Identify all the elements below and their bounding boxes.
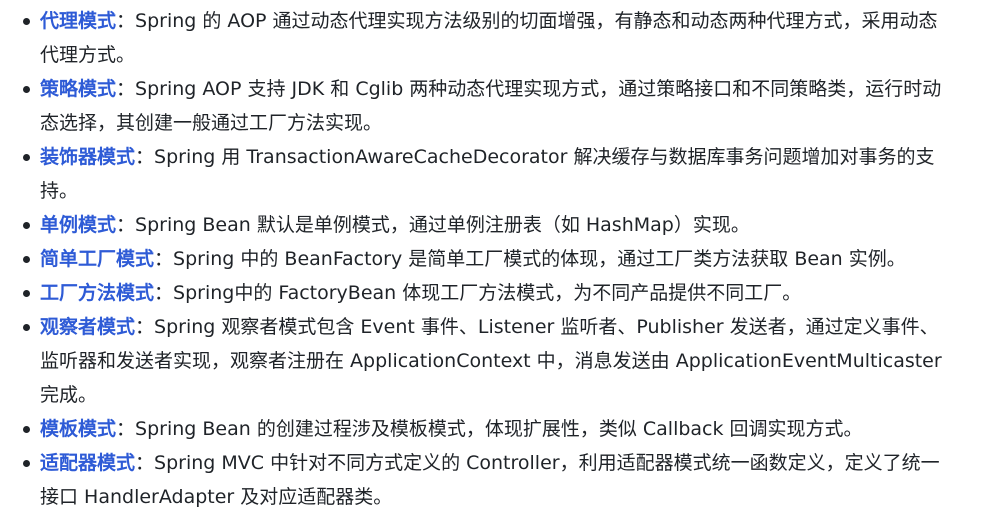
design-pattern-list: 代理模式：Spring 的 AOP 通过动态代理实现方法级别的切面增强，有静态和… bbox=[23, 4, 949, 514]
pattern-name: 模板模式 bbox=[40, 418, 117, 440]
list-item: 代理模式：Spring 的 AOP 通过动态代理实现方法级别的切面增强，有静态和… bbox=[23, 4, 949, 72]
list-item: 单例模式：Spring Bean 默认是单例模式，通过单例注册表（如 HashM… bbox=[23, 208, 949, 242]
separator: ： bbox=[116, 418, 136, 440]
pattern-description: Spring 的 AOP 通过动态代理实现方法级别的切面增强，有静态和动态两种代… bbox=[40, 10, 938, 66]
pattern-name: 装饰器模式 bbox=[40, 146, 136, 168]
list-item: 模板模式：Spring Bean 的创建过程涉及模板模式，体现扩展性，类似 Ca… bbox=[23, 412, 949, 446]
pattern-description: Spring AOP 支持 JDK 和 Cglib 两种动态代理实现方式，通过策… bbox=[40, 78, 942, 134]
bullet-icon bbox=[23, 86, 30, 93]
bullet-icon bbox=[23, 256, 30, 263]
pattern-description: Spring Bean 默认是单例模式，通过单例注册表（如 HashMap）实现… bbox=[135, 214, 750, 236]
bullet-icon bbox=[23, 324, 30, 331]
pattern-description: Spring 观察者模式包含 Event 事件、Listener 监听者、Pub… bbox=[40, 316, 942, 406]
separator: ： bbox=[135, 146, 155, 168]
pattern-name: 单例模式 bbox=[40, 214, 117, 236]
list-item: 适配器模式：Spring MVC 中针对不同方式定义的 Controller，利… bbox=[23, 446, 949, 514]
list-item: 装饰器模式：Spring 用 TransactionAwareCacheDeco… bbox=[23, 140, 949, 208]
list-item: 策略模式：Spring AOP 支持 JDK 和 Cglib 两种动态代理实现方… bbox=[23, 72, 949, 140]
pattern-description: Spring MVC 中针对不同方式定义的 Controller，利用适配器模式… bbox=[40, 452, 940, 508]
pattern-name: 工厂方法模式 bbox=[40, 282, 155, 304]
bullet-icon bbox=[23, 290, 30, 297]
list-item: 观察者模式：Spring 观察者模式包含 Event 事件、Listener 监… bbox=[23, 310, 949, 412]
pattern-name: 适配器模式 bbox=[40, 452, 136, 474]
separator: ： bbox=[116, 10, 136, 32]
list-item: 简单工厂模式：Spring 中的 BeanFactory 是简单工厂模式的体现，… bbox=[23, 242, 949, 276]
content-area: 代理模式：Spring 的 AOP 通过动态代理实现方法级别的切面增强，有静态和… bbox=[0, 0, 989, 514]
separator: ： bbox=[154, 248, 174, 270]
separator: ： bbox=[135, 452, 155, 474]
pattern-name: 策略模式 bbox=[40, 78, 117, 100]
bullet-icon bbox=[23, 18, 30, 25]
pattern-description: Spring 中的 BeanFactory 是简单工厂模式的体现，通过工厂类方法… bbox=[173, 248, 906, 270]
pattern-description: Spring Bean 的创建过程涉及模板模式，体现扩展性，类似 Callbac… bbox=[135, 418, 863, 440]
pattern-name: 观察者模式 bbox=[40, 316, 136, 338]
pattern-description: Spring中的 FactoryBean 体现工厂方法模式，为不同产品提供不同工… bbox=[173, 282, 802, 304]
bullet-icon bbox=[23, 460, 30, 467]
pattern-description: Spring 用 TransactionAwareCacheDecorator … bbox=[40, 146, 935, 202]
separator: ： bbox=[116, 78, 136, 100]
bullet-icon bbox=[23, 222, 30, 229]
separator: ： bbox=[154, 282, 174, 304]
pattern-name: 简单工厂模式 bbox=[40, 248, 155, 270]
separator: ： bbox=[135, 316, 155, 338]
list-item: 工厂方法模式：Spring中的 FactoryBean 体现工厂方法模式，为不同… bbox=[23, 276, 949, 310]
bullet-icon bbox=[23, 426, 30, 433]
pattern-name: 代理模式 bbox=[40, 10, 117, 32]
bullet-icon bbox=[23, 154, 30, 161]
separator: ： bbox=[116, 214, 136, 236]
